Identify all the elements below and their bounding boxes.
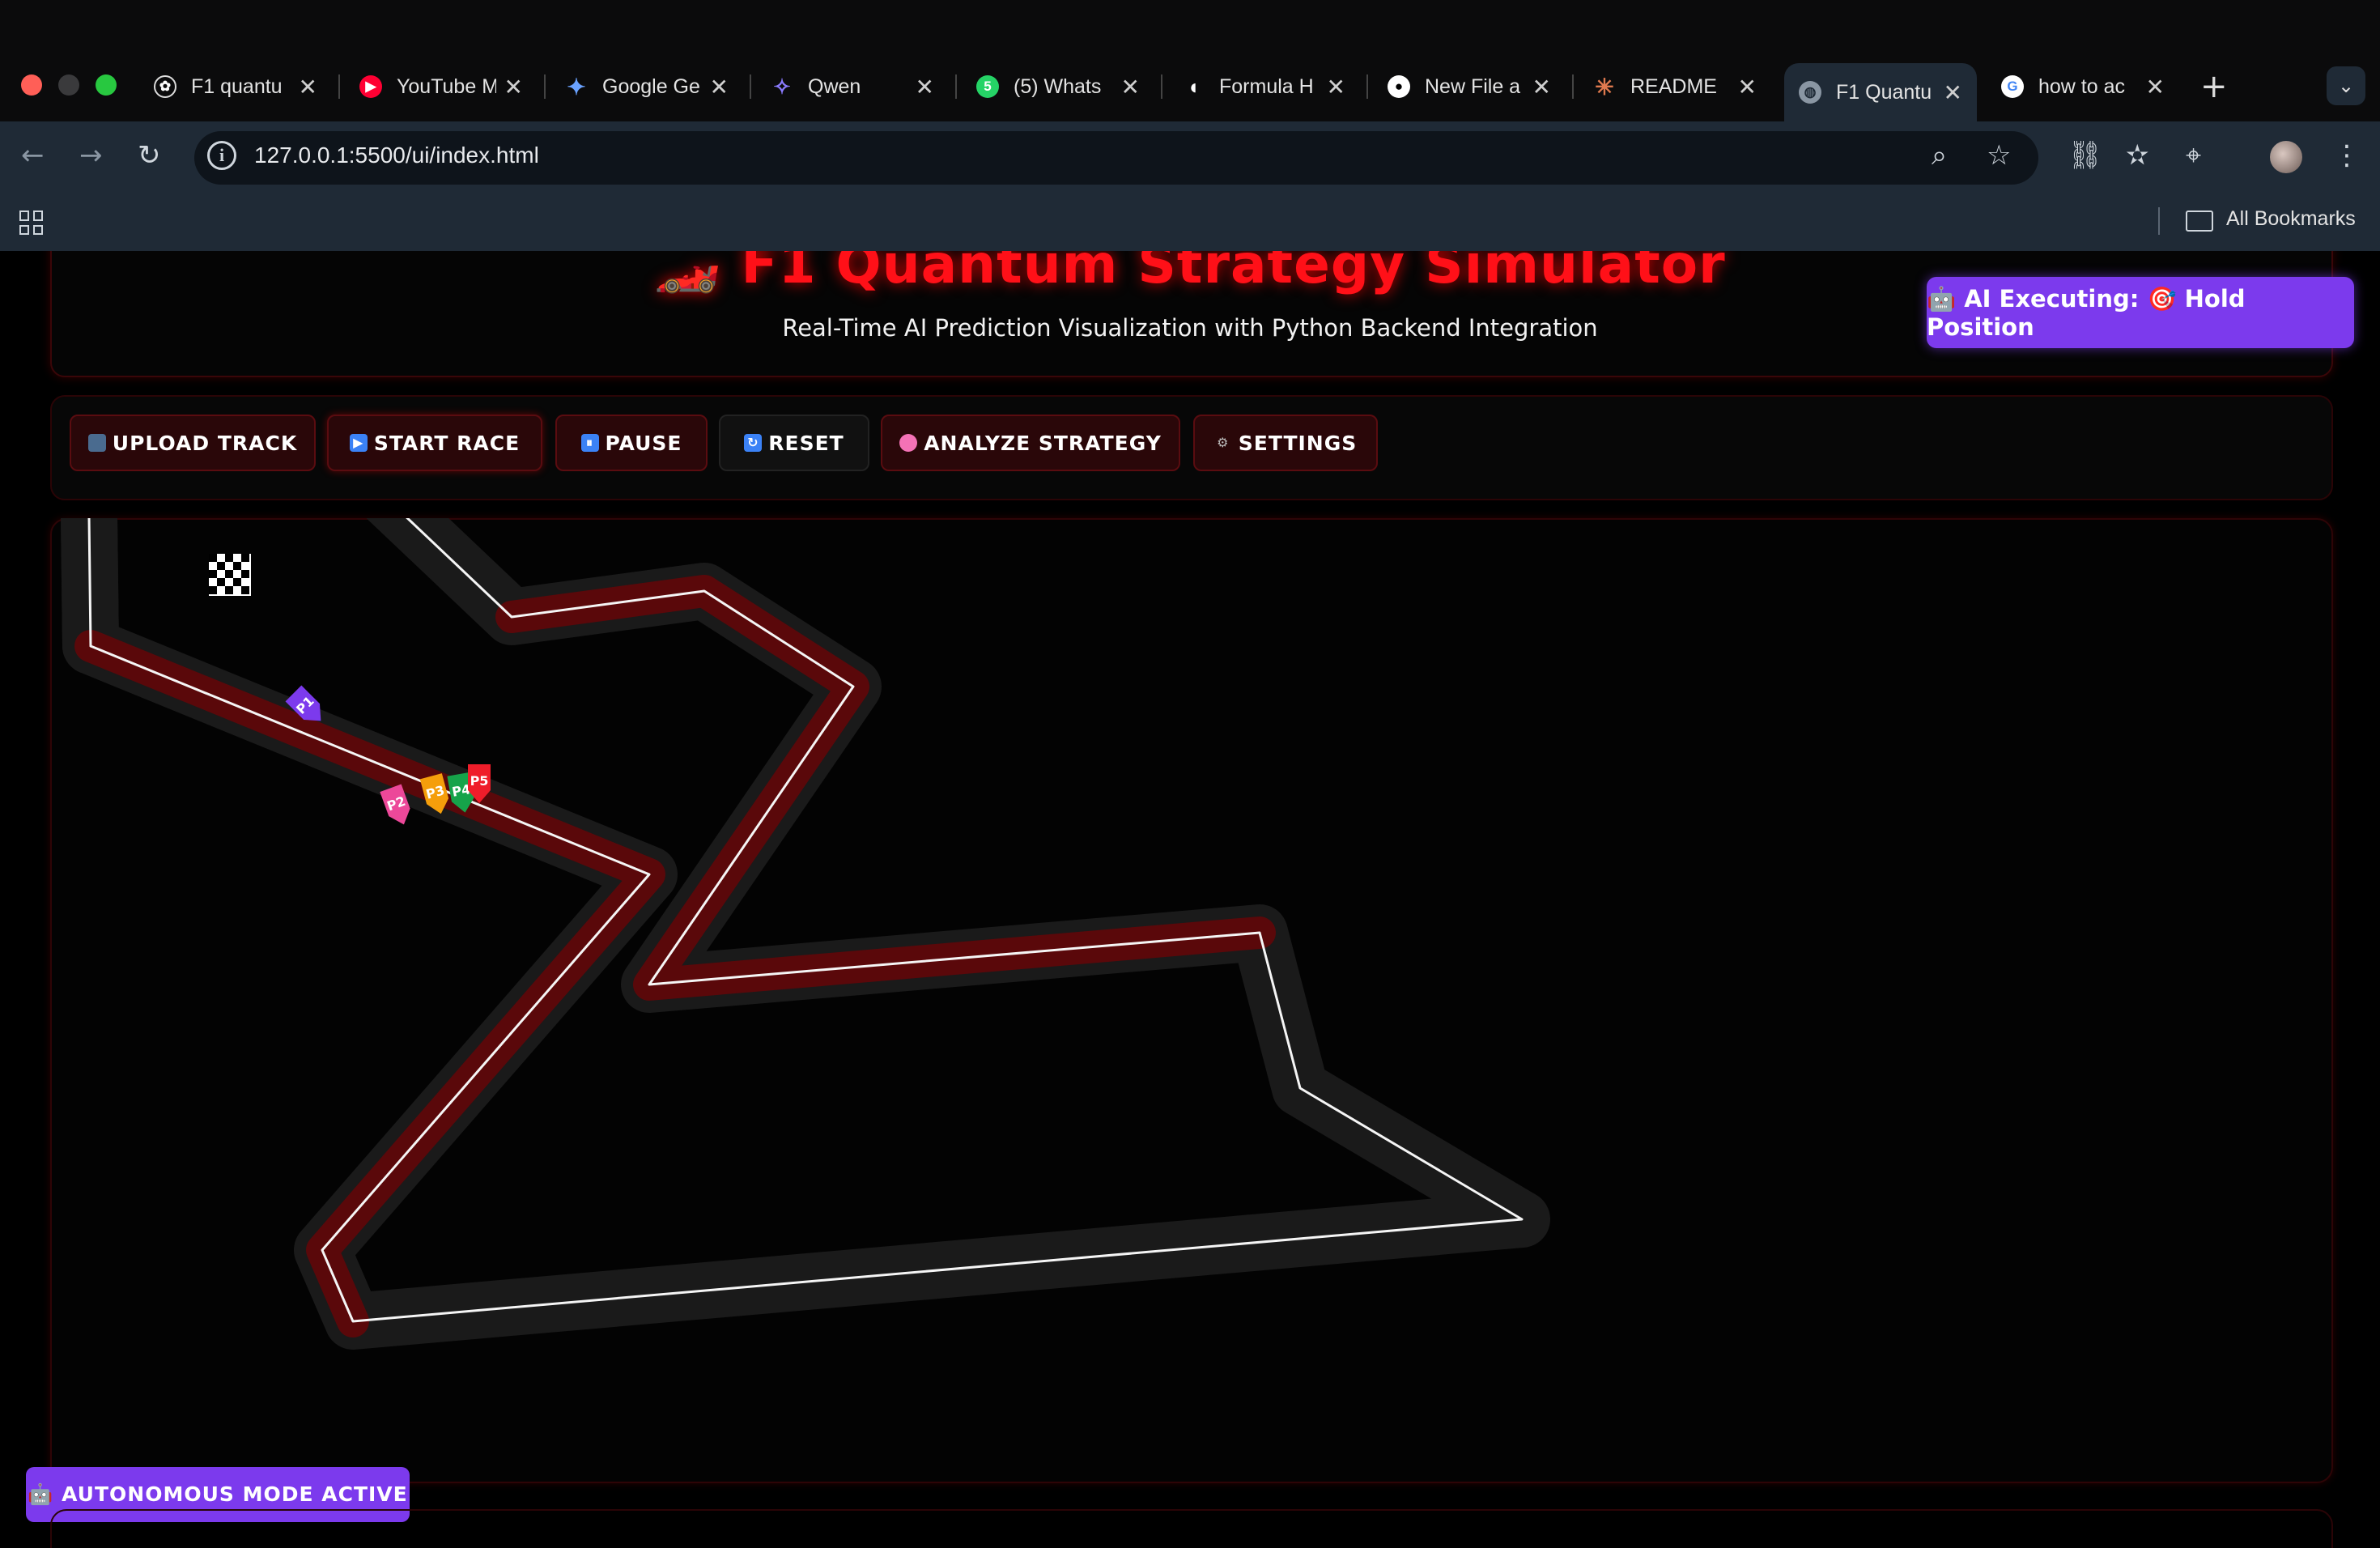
qwen-icon: ✧ — [773, 74, 791, 99]
reset-button[interactable]: ↻ RESET — [719, 415, 869, 471]
github-icon: ● — [1388, 75, 1410, 98]
browser-tab[interactable]: ✳ README ✕ — [1579, 65, 1771, 108]
tab-title: Google Ge — [602, 74, 700, 98]
reset-icon: ↻ — [744, 434, 763, 452]
tab-title: New File a — [1425, 74, 1521, 98]
close-icon[interactable]: ✕ — [916, 74, 934, 100]
forward-button[interactable]: → — [79, 139, 103, 172]
gemini-icon: ✦ — [567, 74, 586, 100]
window-zoom-button[interactable] — [96, 74, 117, 96]
tab-separator — [750, 74, 751, 99]
browser-tab[interactable]: ✦ Google Ge ✕ — [550, 65, 743, 108]
close-icon[interactable]: ✕ — [504, 74, 523, 100]
analyze-strategy-button[interactable]: ANALYZE STRATEGY — [881, 415, 1180, 471]
close-icon[interactable]: ✕ — [1327, 74, 1345, 100]
tab-separator — [544, 74, 546, 99]
window-minimize-button[interactable] — [58, 74, 79, 96]
close-icon[interactable]: ✕ — [1121, 74, 1140, 100]
tab-title: README — [1630, 74, 1717, 98]
location-pin-icon[interactable]: ⌖ — [2186, 139, 2201, 172]
browser-tab[interactable]: ● New File a ✕ — [1373, 65, 1566, 108]
pause-button[interactable]: ⏸ PAUSE — [555, 415, 708, 471]
folder-icon — [87, 434, 106, 452]
apps-grid-icon[interactable] — [19, 211, 44, 235]
google-icon: G — [2001, 75, 2024, 98]
avatar[interactable] — [2270, 141, 2302, 173]
browser-tab[interactable]: ◖ Formula H ✕ — [1167, 65, 1360, 108]
browser-tab[interactable]: ✧ Qwen ✕ — [756, 65, 949, 108]
gear-icon: ⚙ — [1217, 435, 1230, 450]
ai-status-badge: 🤖 AI Executing: 🎯 Hold Position — [1927, 277, 2354, 348]
browser-tab[interactable]: G how to ac ✕ — [1987, 65, 2179, 108]
menu-dots-icon[interactable]: ⋮ — [2333, 139, 2361, 172]
link-icon[interactable]: ⛓ — [2068, 139, 2102, 172]
play-icon: ▶ — [349, 434, 368, 452]
start-race-button[interactable]: ▶ START RACE — [327, 415, 542, 471]
tab-title: how to ac — [2038, 74, 2126, 98]
track-outline — [61, 518, 1550, 1350]
chevron-down-icon: ⌄ — [2337, 74, 2355, 97]
close-icon[interactable]: ✕ — [2146, 74, 2165, 100]
close-icon[interactable]: ✕ — [710, 74, 729, 100]
lower-panel — [50, 1509, 2333, 1548]
close-icon[interactable]: ✕ — [1532, 74, 1551, 100]
upload-track-button[interactable]: UPLOAD TRACK — [70, 415, 316, 471]
close-icon[interactable]: ✕ — [1944, 79, 1962, 106]
tab-title: YouTube M — [397, 74, 496, 98]
tab-separator — [1572, 74, 1574, 99]
tab-separator — [1161, 74, 1162, 99]
openai-icon: ✿ — [154, 75, 176, 98]
extension-star-icon[interactable]: ✫ — [2126, 139, 2149, 172]
url-text[interactable]: 127.0.0.1:5500/ui/index.html — [254, 142, 539, 168]
whatsapp-icon: 5 — [976, 75, 999, 98]
tab-title: Formula H — [1219, 74, 1314, 98]
tab-title: F1 quantu — [191, 74, 283, 98]
browser-tab[interactable]: ▶ YouTube M ✕ — [345, 65, 538, 108]
new-tab-button[interactable]: + — [2200, 68, 2228, 105]
brain-icon — [899, 434, 918, 452]
claude-icon: ✳ — [1595, 74, 1614, 100]
bookmark-star-icon[interactable]: ☆ — [1987, 139, 2011, 172]
browser-tab[interactable]: ✿ F1 quantu ✕ — [139, 65, 332, 108]
browser-tab-active[interactable]: ◍ F1 Quantu ✕ — [1784, 63, 1977, 121]
browser-tab[interactable]: 5 (5) Whats ✕ — [962, 65, 1154, 108]
folder-icon — [2186, 211, 2213, 232]
globe-icon: ◍ — [1799, 81, 1821, 104]
zoom-icon[interactable]: ⌕ — [1932, 139, 1947, 172]
close-icon[interactable]: ✕ — [299, 74, 317, 100]
tab-separator — [955, 74, 957, 99]
tab-search-button[interactable]: ⌄ — [2327, 66, 2365, 105]
formula-icon: ◖ — [1187, 74, 1200, 99]
tab-title: F1 Quantu — [1836, 80, 1932, 104]
settings-button[interactable]: ⚙ SETTINGS — [1193, 415, 1378, 471]
pause-icon: ⏸ — [580, 434, 599, 452]
window-close-button[interactable] — [21, 74, 42, 96]
close-icon[interactable]: ✕ — [1738, 74, 1757, 100]
car-label: P5 — [470, 773, 489, 789]
track-canvas[interactable]: P1P2P3 P4P5 — [50, 518, 2330, 1480]
tab-separator — [338, 74, 340, 99]
tab-separator — [1366, 74, 1368, 99]
bookmarks-bar — [0, 191, 2380, 253]
youtube-icon: ▶ — [359, 75, 382, 98]
page-content: 🏎️ F1 Quantum Strategy Simulator Real-Ti… — [0, 251, 2380, 1548]
site-info-icon[interactable]: i — [207, 141, 236, 170]
all-bookmarks-button[interactable]: All Bookmarks — [2226, 207, 2356, 231]
checkered-flag-icon — [209, 554, 251, 596]
bookmarks-divider — [2158, 207, 2160, 235]
tab-title: Qwen — [808, 74, 861, 98]
reload-button[interactable]: ↻ — [138, 139, 161, 172]
back-button[interactable]: ← — [21, 139, 45, 172]
tab-title: (5) Whats — [1014, 74, 1102, 98]
